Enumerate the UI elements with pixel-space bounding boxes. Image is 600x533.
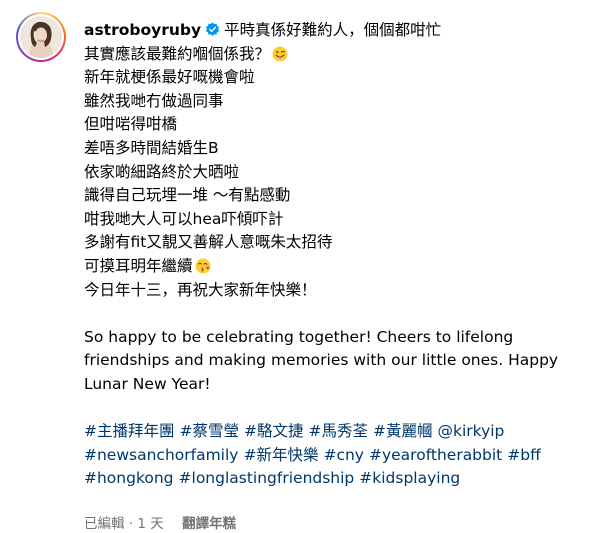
caption-line: 可摸耳明年繼續 bbox=[84, 255, 596, 279]
english-caption-line: So happy to be celebrating together! Che… bbox=[84, 327, 514, 346]
caption-line: 咁我哋大人可以hea吓傾吓計 bbox=[84, 209, 284, 228]
winking-tongue-face-icon bbox=[272, 46, 288, 62]
hashtag-link[interactable]: #主播拜年團 bbox=[84, 422, 175, 440]
caption-line: 但咁啱得咁橋 bbox=[84, 115, 178, 134]
caption-line-text: 可摸耳明年繼續 bbox=[84, 256, 193, 275]
english-caption-line: friendships and making memories with our… bbox=[84, 351, 559, 370]
hashtag-link[interactable]: #bff bbox=[507, 446, 541, 464]
caption-line: 新年就梗係最好嘅機會啦 bbox=[84, 68, 255, 87]
caption-line: 識得自己玩埋一堆 ～有點感動 bbox=[84, 186, 291, 205]
hashtag-link[interactable]: #駱文捷 bbox=[244, 422, 304, 440]
hashtag-row: #主播拜年團 #蔡雪瑩 #駱文捷 #馬秀荃 #黃麗幗 @kirkyip bbox=[84, 420, 596, 444]
caption-line: 依家啲細路終於大晒啦 bbox=[84, 162, 240, 181]
hashtag-link[interactable]: #cny bbox=[323, 446, 364, 464]
meta-separator: · bbox=[128, 516, 134, 532]
hashtag-link[interactable]: #黃麗幗 bbox=[373, 422, 433, 440]
hashtag-row: #newsanchorfamily #新年快樂 #cny #yearoftherabb… bbox=[84, 444, 596, 468]
caption-line: 其實應該最難約嗰個係我？ bbox=[84, 43, 596, 67]
post-meta: 已編輯 · 1 天 翻譯年糕 bbox=[84, 512, 236, 532]
avatar-frame bbox=[18, 14, 64, 60]
verified-badge-icon bbox=[206, 22, 220, 36]
hashtag-link[interactable]: #newsanchorfamily bbox=[84, 446, 238, 464]
caption-line: 今日年十三，再祝大家新年快樂！ bbox=[84, 280, 317, 299]
avatar-photo-icon bbox=[20, 16, 62, 58]
post-timestamp[interactable]: 1 天 bbox=[137, 516, 163, 532]
caption-first-line: astroboyruby 平時真係好難約人，個個都咁忙 bbox=[84, 19, 596, 43]
hashtag-link[interactable]: #hongkong bbox=[84, 469, 174, 487]
english-caption-line: Lunar New Year! bbox=[84, 374, 211, 393]
hashtag-link[interactable]: #longlastingfriendship bbox=[179, 469, 355, 487]
caption-line: 雖然我哋冇做過同事 bbox=[84, 91, 224, 110]
hashtag-link[interactable]: #yearoftherabbit bbox=[369, 446, 502, 464]
hashtag-link[interactable]: #蔡雪瑩 bbox=[180, 422, 240, 440]
avatar[interactable] bbox=[20, 16, 62, 58]
hashtag-link[interactable]: #kidsplaying bbox=[359, 469, 460, 487]
translate-button[interactable]: 翻譯年糕 bbox=[182, 516, 236, 532]
hashtag-row: #hongkong #longlastingfriendship #kidsplay… bbox=[84, 467, 596, 491]
caption-line: 平時真係好難約人，個個都咁忙 bbox=[224, 21, 442, 39]
caption-line-text: 其實應該最難約嗰個係我？ bbox=[84, 44, 271, 63]
mention-link[interactable]: @kirkyip bbox=[438, 422, 505, 440]
username-link[interactable]: astroboyruby bbox=[84, 21, 201, 39]
caption-line: 差唔多時間結婚生B bbox=[84, 138, 219, 157]
avatar-story-ring[interactable] bbox=[16, 12, 66, 62]
hashtag-link[interactable]: #新年快樂 bbox=[243, 446, 318, 464]
hashtag-link[interactable]: #馬秀荃 bbox=[309, 422, 369, 440]
caption-line: 多謝有fit又靚又善解人意嘅朱太招待 bbox=[84, 233, 333, 252]
face-blowing-kiss-icon bbox=[195, 258, 211, 274]
post-caption: astroboyruby 平時真係好難約人，個個都咁忙 其實應該最難約嗰個係我？ … bbox=[84, 19, 596, 491]
edited-label: 已編輯 bbox=[84, 516, 125, 532]
